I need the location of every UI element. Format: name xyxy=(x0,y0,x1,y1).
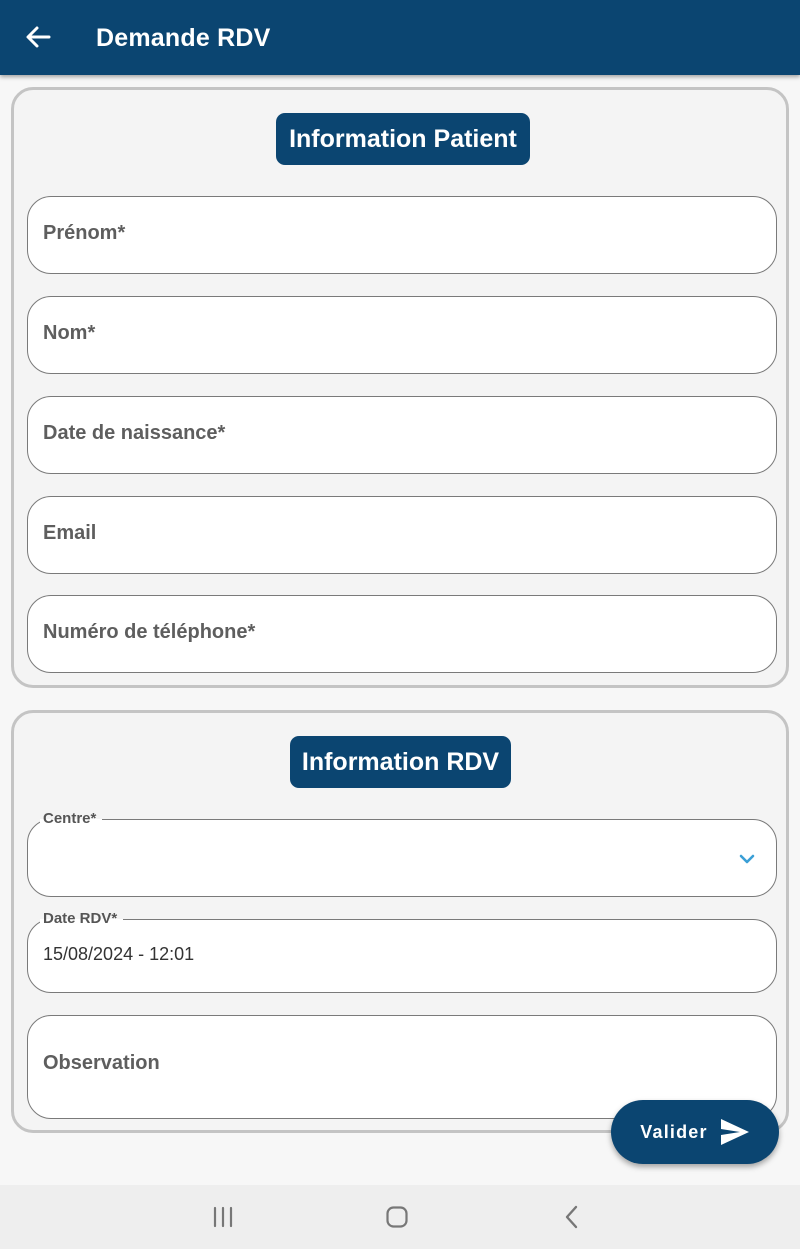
centre-label: Centre* xyxy=(40,809,103,829)
submit-label: Valider xyxy=(640,1121,708,1142)
birth-date-placeholder: Date de naissance* xyxy=(43,422,226,444)
rdv-info-card: Information RDV Centre* Date RDV* 15/08/… xyxy=(11,710,789,1133)
system-back-button[interactable] xyxy=(552,1201,592,1233)
nav-back-icon xyxy=(565,1205,578,1229)
rdv-date-label: Date RDV* xyxy=(40,909,124,929)
recents-button[interactable] xyxy=(203,1201,243,1233)
home-icon xyxy=(386,1206,408,1228)
rdv-date-field[interactable]: Date RDV* 15/08/2024 - 12:01 xyxy=(27,909,777,993)
patient-info-card: Information Patient Prénom* Nom* Date de… xyxy=(11,87,789,688)
phone-field[interactable]: Numéro de téléphone* xyxy=(27,595,777,673)
email-field[interactable]: Email xyxy=(27,496,777,574)
first-name-placeholder: Prénom* xyxy=(43,222,126,244)
birth-date-field[interactable]: Date de naissance* xyxy=(27,396,777,474)
rdv-section-heading: Information RDV xyxy=(290,736,511,788)
page-title: Demande RDV xyxy=(96,24,271,52)
first-name-field[interactable]: Prénom* xyxy=(27,196,777,274)
send-icon xyxy=(720,1118,750,1146)
observation-placeholder: Observation xyxy=(43,1052,160,1074)
chevron-down-icon[interactable] xyxy=(738,850,756,868)
last-name-placeholder: Nom* xyxy=(43,322,96,344)
rdv-date-value: 15/08/2024 - 12:01 xyxy=(43,944,195,964)
arrow-left-icon xyxy=(26,26,51,48)
phone-placeholder: Numéro de téléphone* xyxy=(43,621,256,643)
back-button[interactable] xyxy=(20,19,56,55)
centre-select[interactable]: Centre* xyxy=(27,809,777,897)
submit-button[interactable]: Valider xyxy=(611,1100,779,1164)
system-nav-bar xyxy=(0,1185,800,1249)
home-button[interactable] xyxy=(377,1201,417,1233)
recents-icon xyxy=(213,1206,233,1228)
email-placeholder: Email xyxy=(43,522,97,544)
app-bar: Demande RDV xyxy=(0,0,800,75)
patient-section-heading: Information Patient xyxy=(276,113,530,165)
last-name-field[interactable]: Nom* xyxy=(27,296,777,374)
